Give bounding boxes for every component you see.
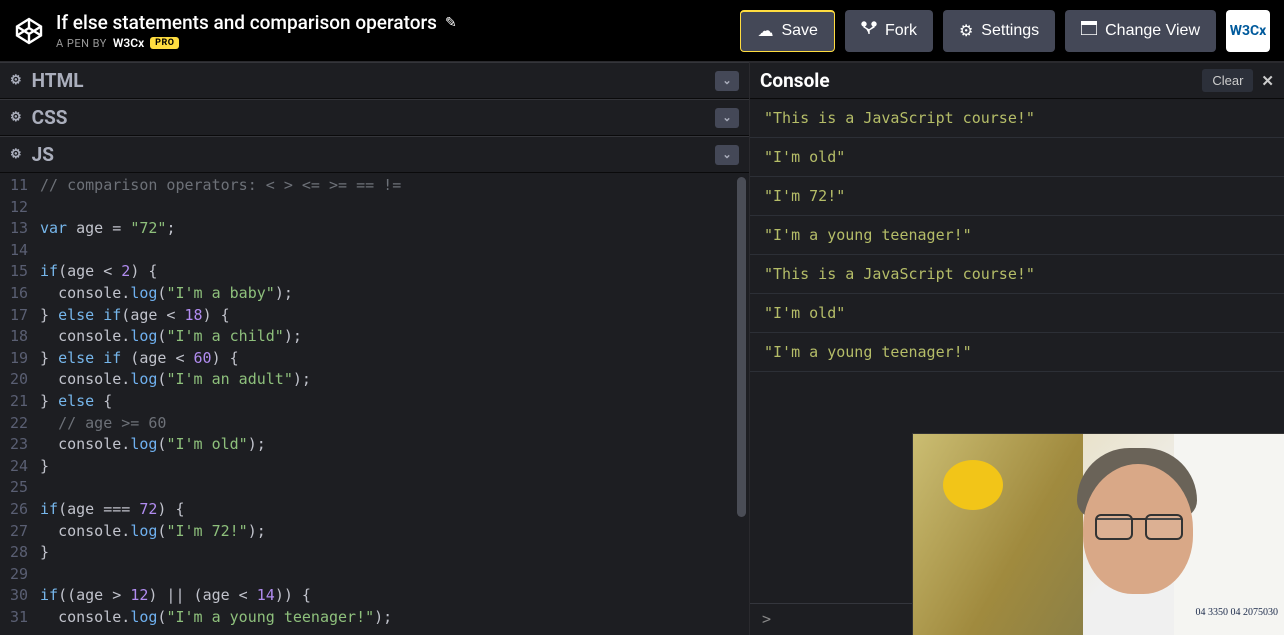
- by-prefix: A PEN BY: [56, 37, 107, 50]
- line-number: 20: [0, 369, 34, 391]
- editors-column: ⚙ HTML ⌄ ⚙ CSS ⌄ ⚙ JS ⌄ 1112131415161718…: [0, 62, 750, 635]
- code-line[interactable]: } else {: [40, 391, 749, 413]
- settings-button[interactable]: ⚙ Settings: [943, 10, 1055, 52]
- code-line[interactable]: if(age < 2) {: [40, 261, 749, 283]
- code-line[interactable]: var age = "72";: [40, 218, 749, 240]
- console-line: "This is a JavaScript course!": [750, 255, 1284, 294]
- code-line[interactable]: if((age > 12) || (age < 14)) {: [40, 585, 749, 607]
- save-button[interactable]: ☁ Save: [740, 10, 834, 52]
- code-line[interactable]: } else if (age < 60) {: [40, 348, 749, 370]
- console-header: Console Clear ✕: [750, 62, 1284, 99]
- line-number: 18: [0, 326, 34, 348]
- code-line[interactable]: }: [40, 542, 749, 564]
- code-line[interactable]: [40, 197, 749, 219]
- line-number: 14: [0, 240, 34, 262]
- html-panel-header[interactable]: ⚙ HTML ⌄: [0, 62, 749, 99]
- line-number: 31: [0, 607, 34, 629]
- line-number: 24: [0, 456, 34, 478]
- code-line[interactable]: console.log("I'm 72!");: [40, 521, 749, 543]
- line-number: 19: [0, 348, 34, 370]
- gear-icon[interactable]: ⚙: [10, 73, 22, 88]
- js-panel-header[interactable]: ⚙ JS ⌄: [0, 136, 749, 173]
- change-view-label: Change View: [1105, 22, 1200, 40]
- console-line: "I'm a young teenager!": [750, 216, 1284, 255]
- code-line[interactable]: [40, 240, 749, 262]
- line-number: 25: [0, 477, 34, 499]
- code-line[interactable]: // age >= 60: [40, 413, 749, 435]
- line-number: 29: [0, 564, 34, 586]
- code-area[interactable]: // comparison operators: < > <= >= == !=…: [34, 173, 749, 635]
- code-line[interactable]: } else if(age < 18) {: [40, 305, 749, 327]
- webcam-overlay: 04 3350 04 2075030: [912, 433, 1284, 635]
- title-block: If else statements and comparison operat…: [56, 11, 457, 50]
- author-link[interactable]: W3Cx: [113, 36, 144, 50]
- close-icon[interactable]: ✕: [1261, 72, 1274, 90]
- js-editor[interactable]: 1112131415161718192021222324252627282930…: [0, 173, 749, 635]
- css-panel-label: CSS: [32, 106, 68, 129]
- app-header: If else statements and comparison operat…: [0, 0, 1284, 62]
- fork-icon: [861, 20, 877, 41]
- line-number: 26: [0, 499, 34, 521]
- line-number: 30: [0, 585, 34, 607]
- cloud-icon: ☁: [757, 21, 773, 41]
- code-line[interactable]: console.log("I'm a child");: [40, 326, 749, 348]
- line-number: 13: [0, 218, 34, 240]
- fork-label: Fork: [885, 22, 917, 40]
- chevron-down-icon[interactable]: ⌄: [715, 71, 739, 91]
- fork-button[interactable]: Fork: [845, 10, 933, 52]
- gear-icon: ⚙: [959, 21, 973, 41]
- code-line[interactable]: // comparison operators: < > <= >= == !=: [40, 175, 749, 197]
- code-line[interactable]: if(age === 72) {: [40, 499, 749, 521]
- save-label: Save: [781, 22, 817, 40]
- code-line[interactable]: console.log("I'm a young teenager!");: [40, 607, 749, 629]
- code-line[interactable]: console.log("I'm old");: [40, 434, 749, 456]
- code-line[interactable]: console.log("I'm an adult");: [40, 369, 749, 391]
- clear-button[interactable]: Clear: [1202, 69, 1253, 92]
- js-panel-label: JS: [32, 143, 54, 166]
- change-view-button[interactable]: Change View: [1065, 10, 1216, 52]
- line-number: 22: [0, 413, 34, 435]
- edit-title-icon[interactable]: ✎: [445, 15, 457, 31]
- console-line: "I'm old": [750, 138, 1284, 177]
- line-number: 16: [0, 283, 34, 305]
- console-line: "I'm old": [750, 294, 1284, 333]
- code-line[interactable]: [40, 477, 749, 499]
- line-number: 28: [0, 542, 34, 564]
- chevron-down-icon[interactable]: ⌄: [715, 145, 739, 165]
- line-number: 17: [0, 305, 34, 327]
- line-number: 27: [0, 521, 34, 543]
- console-line: "I'm a young teenager!": [750, 333, 1284, 372]
- line-number: 11: [0, 175, 34, 197]
- line-number: 15: [0, 261, 34, 283]
- console-line: "This is a JavaScript course!": [750, 99, 1284, 138]
- code-line[interactable]: }: [40, 456, 749, 478]
- chevron-down-icon[interactable]: ⌄: [715, 108, 739, 128]
- pro-badge: PRO: [150, 37, 179, 49]
- line-number: 21: [0, 391, 34, 413]
- layout-icon: [1081, 21, 1097, 40]
- line-number: 12: [0, 197, 34, 219]
- html-panel-label: HTML: [32, 69, 84, 92]
- code-line[interactable]: console.log("I'm a baby");: [40, 283, 749, 305]
- gear-icon[interactable]: ⚙: [10, 147, 22, 162]
- settings-label: Settings: [981, 22, 1039, 40]
- w3c-profile-icon[interactable]: W3Cx: [1226, 10, 1270, 52]
- scrollbar-thumb[interactable]: [737, 177, 746, 517]
- whiteboard-scribble: 04 3350 04 2075030: [1196, 606, 1279, 619]
- line-gutter: 1112131415161718192021222324252627282930…: [0, 173, 34, 635]
- console-title: Console: [760, 69, 830, 92]
- gear-icon[interactable]: ⚙: [10, 110, 22, 125]
- console-line: "I'm 72!": [750, 177, 1284, 216]
- pen-title[interactable]: If else statements and comparison operat…: [56, 11, 437, 34]
- codepen-logo-icon[interactable]: [14, 16, 44, 46]
- code-line[interactable]: [40, 564, 749, 586]
- line-number: 23: [0, 434, 34, 456]
- css-panel-header[interactable]: ⚙ CSS ⌄: [0, 99, 749, 136]
